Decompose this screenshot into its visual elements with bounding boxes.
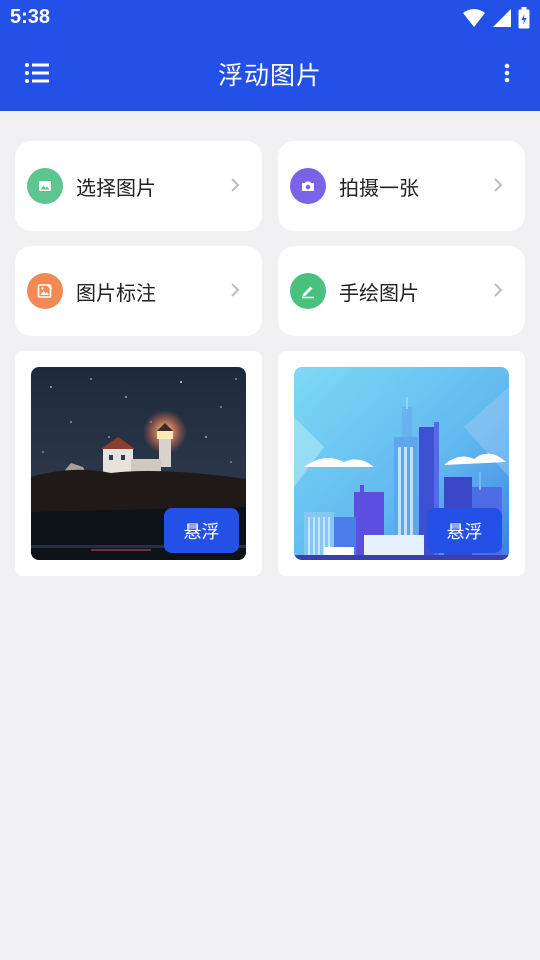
city-skyline-image[interactable]: 悬浮 bbox=[294, 367, 509, 560]
more-vertical-icon[interactable] bbox=[502, 60, 512, 86]
action-label: 图片标注 bbox=[76, 281, 156, 305]
status-time: 5:38 bbox=[10, 6, 51, 28]
image-card-city: 悬浮 bbox=[278, 351, 525, 576]
battery-icon bbox=[518, 7, 530, 29]
float-button[interactable]: 悬浮 bbox=[164, 508, 239, 553]
image-icon bbox=[27, 168, 63, 204]
pen-icon bbox=[290, 273, 326, 309]
float-button[interactable]: 悬浮 bbox=[427, 508, 502, 553]
action-label: 手绘图片 bbox=[339, 281, 419, 305]
chevron-right-icon bbox=[231, 283, 240, 297]
lighthouse-image[interactable]: 悬浮 bbox=[31, 367, 246, 560]
chevron-right-icon bbox=[231, 178, 240, 192]
wifi-icon bbox=[463, 9, 485, 27]
action-label: 拍摄一张 bbox=[339, 176, 419, 200]
annotate-image-card[interactable]: 图片标注 bbox=[15, 246, 262, 336]
annotate-image-icon bbox=[27, 273, 63, 309]
take-photo-card[interactable]: 拍摄一张 bbox=[278, 141, 525, 231]
page-title: 浮动图片 bbox=[217, 61, 322, 90]
chevron-right-icon bbox=[494, 178, 503, 192]
status-icons bbox=[462, 7, 530, 29]
image-card-lighthouse: 悬浮 bbox=[15, 351, 262, 576]
chevron-right-icon bbox=[494, 283, 503, 297]
select-image-card[interactable]: 选择图片 bbox=[15, 141, 262, 231]
hand-draw-card[interactable]: 手绘图片 bbox=[278, 246, 525, 336]
camera-icon bbox=[290, 168, 326, 204]
signal-icon bbox=[493, 9, 511, 27]
top-app-bar: 5:38 浮动图片 bbox=[0, 0, 540, 111]
action-label: 选择图片 bbox=[76, 176, 156, 200]
